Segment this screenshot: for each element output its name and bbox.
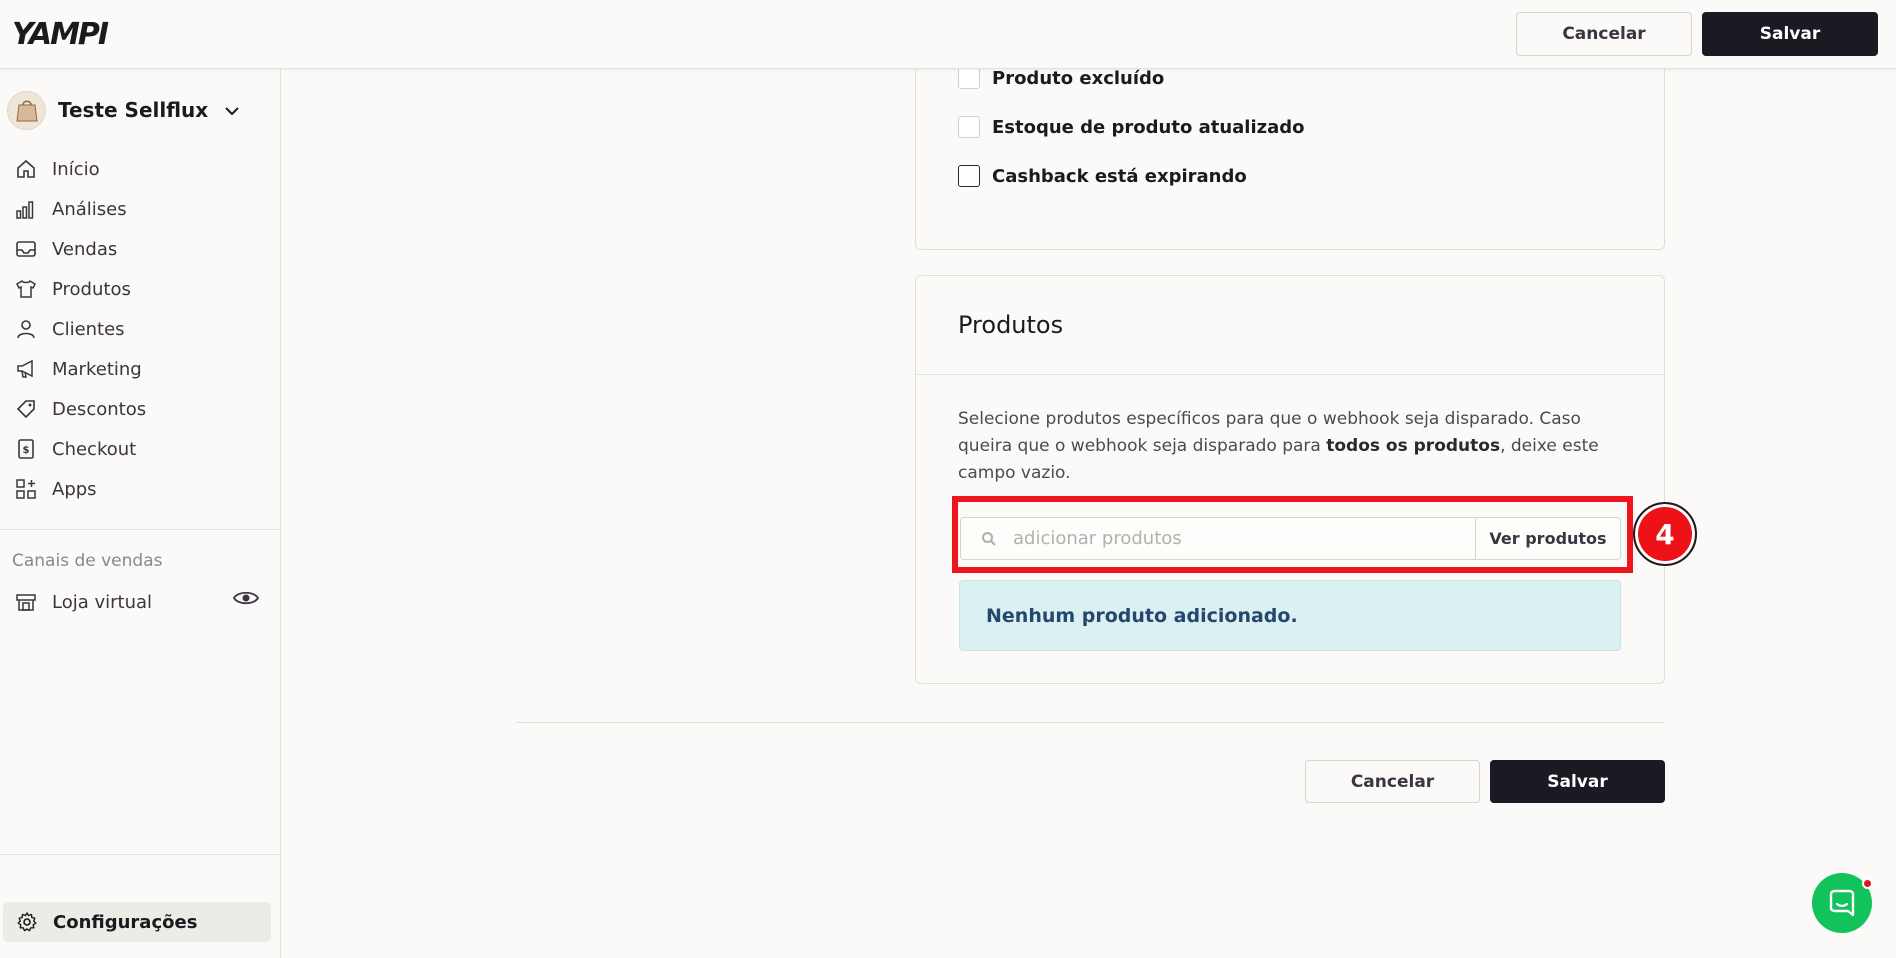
sidebar: Teste Sellflux Início Análises Vendas Pr… [0, 69, 281, 958]
sidebar-item-label: Início [52, 158, 100, 180]
footer-divider [516, 722, 1665, 723]
sidebar-item-vendas[interactable]: Vendas [14, 233, 269, 265]
header-save-button[interactable]: Salvar [1702, 12, 1878, 56]
event-option[interactable]: Produto excluído [958, 67, 1164, 89]
sidebar-item-inicio[interactable]: Início [14, 153, 269, 185]
description-bold: todos os produtos [1326, 436, 1501, 456]
chat-icon [1829, 889, 1855, 917]
event-label: Cashback está expirando [992, 165, 1247, 187]
user-icon [14, 317, 38, 341]
annotation-highlight-box [952, 496, 1633, 573]
yampi-logo-mark: YAMPI [12, 17, 111, 52]
store-selector[interactable]: Teste Sellflux [7, 89, 240, 131]
sidebar-item-label: Loja virtual [52, 591, 153, 613]
sidebar-item-produtos[interactable]: Produtos [14, 273, 269, 305]
step-number-badge: 4 [1633, 502, 1697, 566]
eye-icon[interactable] [232, 589, 260, 611]
sales-channels-label: Canais de vendas [12, 551, 163, 571]
inbox-icon [14, 237, 38, 261]
header-cancel-button[interactable]: Cancelar [1516, 12, 1692, 56]
footer-cancel-button[interactable]: Cancelar [1305, 760, 1480, 803]
sidebar-item-apps[interactable]: Apps [14, 473, 269, 505]
sidebar-item-loja-virtual[interactable]: Loja virtual [14, 586, 269, 618]
event-checkbox[interactable] [958, 67, 980, 89]
event-label: Produto excluído [992, 67, 1165, 89]
store-avatar [7, 90, 46, 130]
sidebar-item-label: Marketing [52, 358, 142, 380]
empty-products-alert: Nenhum produto adicionado. [959, 580, 1621, 651]
sidebar-item-label: Clientes [52, 318, 125, 340]
event-option[interactable]: Estoque de produto atualizado [958, 116, 1305, 138]
event-checkbox[interactable] [958, 165, 980, 187]
receipt-icon: $ [14, 437, 38, 461]
sidebar-item-label: Apps [52, 478, 97, 500]
event-option[interactable]: Cashback está expirando [958, 165, 1247, 187]
home-icon [14, 157, 38, 181]
chat-notification-dot [1862, 878, 1873, 889]
shirt-icon [14, 277, 38, 301]
sidebar-item-descontos[interactable]: Descontos [14, 393, 269, 425]
sidebar-item-analises[interactable]: Análises [14, 193, 269, 225]
footer-save-button[interactable]: Salvar [1490, 760, 1665, 803]
storefront-icon [14, 590, 38, 614]
megaphone-icon [14, 357, 38, 381]
products-card-divider [915, 374, 1665, 375]
sidebar-item-label: Análises [52, 198, 127, 220]
store-name: Teste Sellflux [58, 98, 209, 122]
shopping-bag-icon [15, 100, 38, 122]
sidebar-divider [0, 529, 280, 530]
bar-chart-icon [14, 197, 38, 221]
sidebar-item-marketing[interactable]: Marketing [14, 353, 269, 385]
event-label: Estoque de produto atualizado [992, 116, 1305, 138]
tag-icon [14, 397, 38, 421]
yampi-logo[interactable]: YAMPI [12, 17, 130, 52]
sidebar-item-label: Descontos [52, 398, 147, 420]
svg-text:$: $ [23, 445, 30, 456]
event-checkbox[interactable] [958, 116, 980, 138]
sidebar-item-label: Vendas [52, 238, 118, 260]
sidebar-item-label: Configurações [53, 911, 198, 933]
sidebar-item-label: Produtos [52, 278, 131, 300]
products-title: Produtos [958, 311, 1064, 339]
top-bar: YAMPI Cancelar Salvar [0, 0, 1896, 69]
chevron-down-icon [224, 101, 240, 120]
sidebar-item-clientes[interactable]: Clientes [14, 313, 269, 345]
sidebar-item-configuracoes[interactable]: Configurações [3, 902, 271, 942]
gear-icon [15, 910, 39, 934]
sidebar-item-checkout[interactable]: $ Checkout [14, 433, 269, 465]
sidebar-item-label: Checkout [52, 438, 137, 460]
apps-icon [14, 477, 38, 501]
logo-wordmark: YAMPI [12, 18, 109, 48]
sidebar-bottom-divider [0, 854, 280, 855]
products-description: Selecione produtos específicos para que … [958, 406, 1628, 487]
